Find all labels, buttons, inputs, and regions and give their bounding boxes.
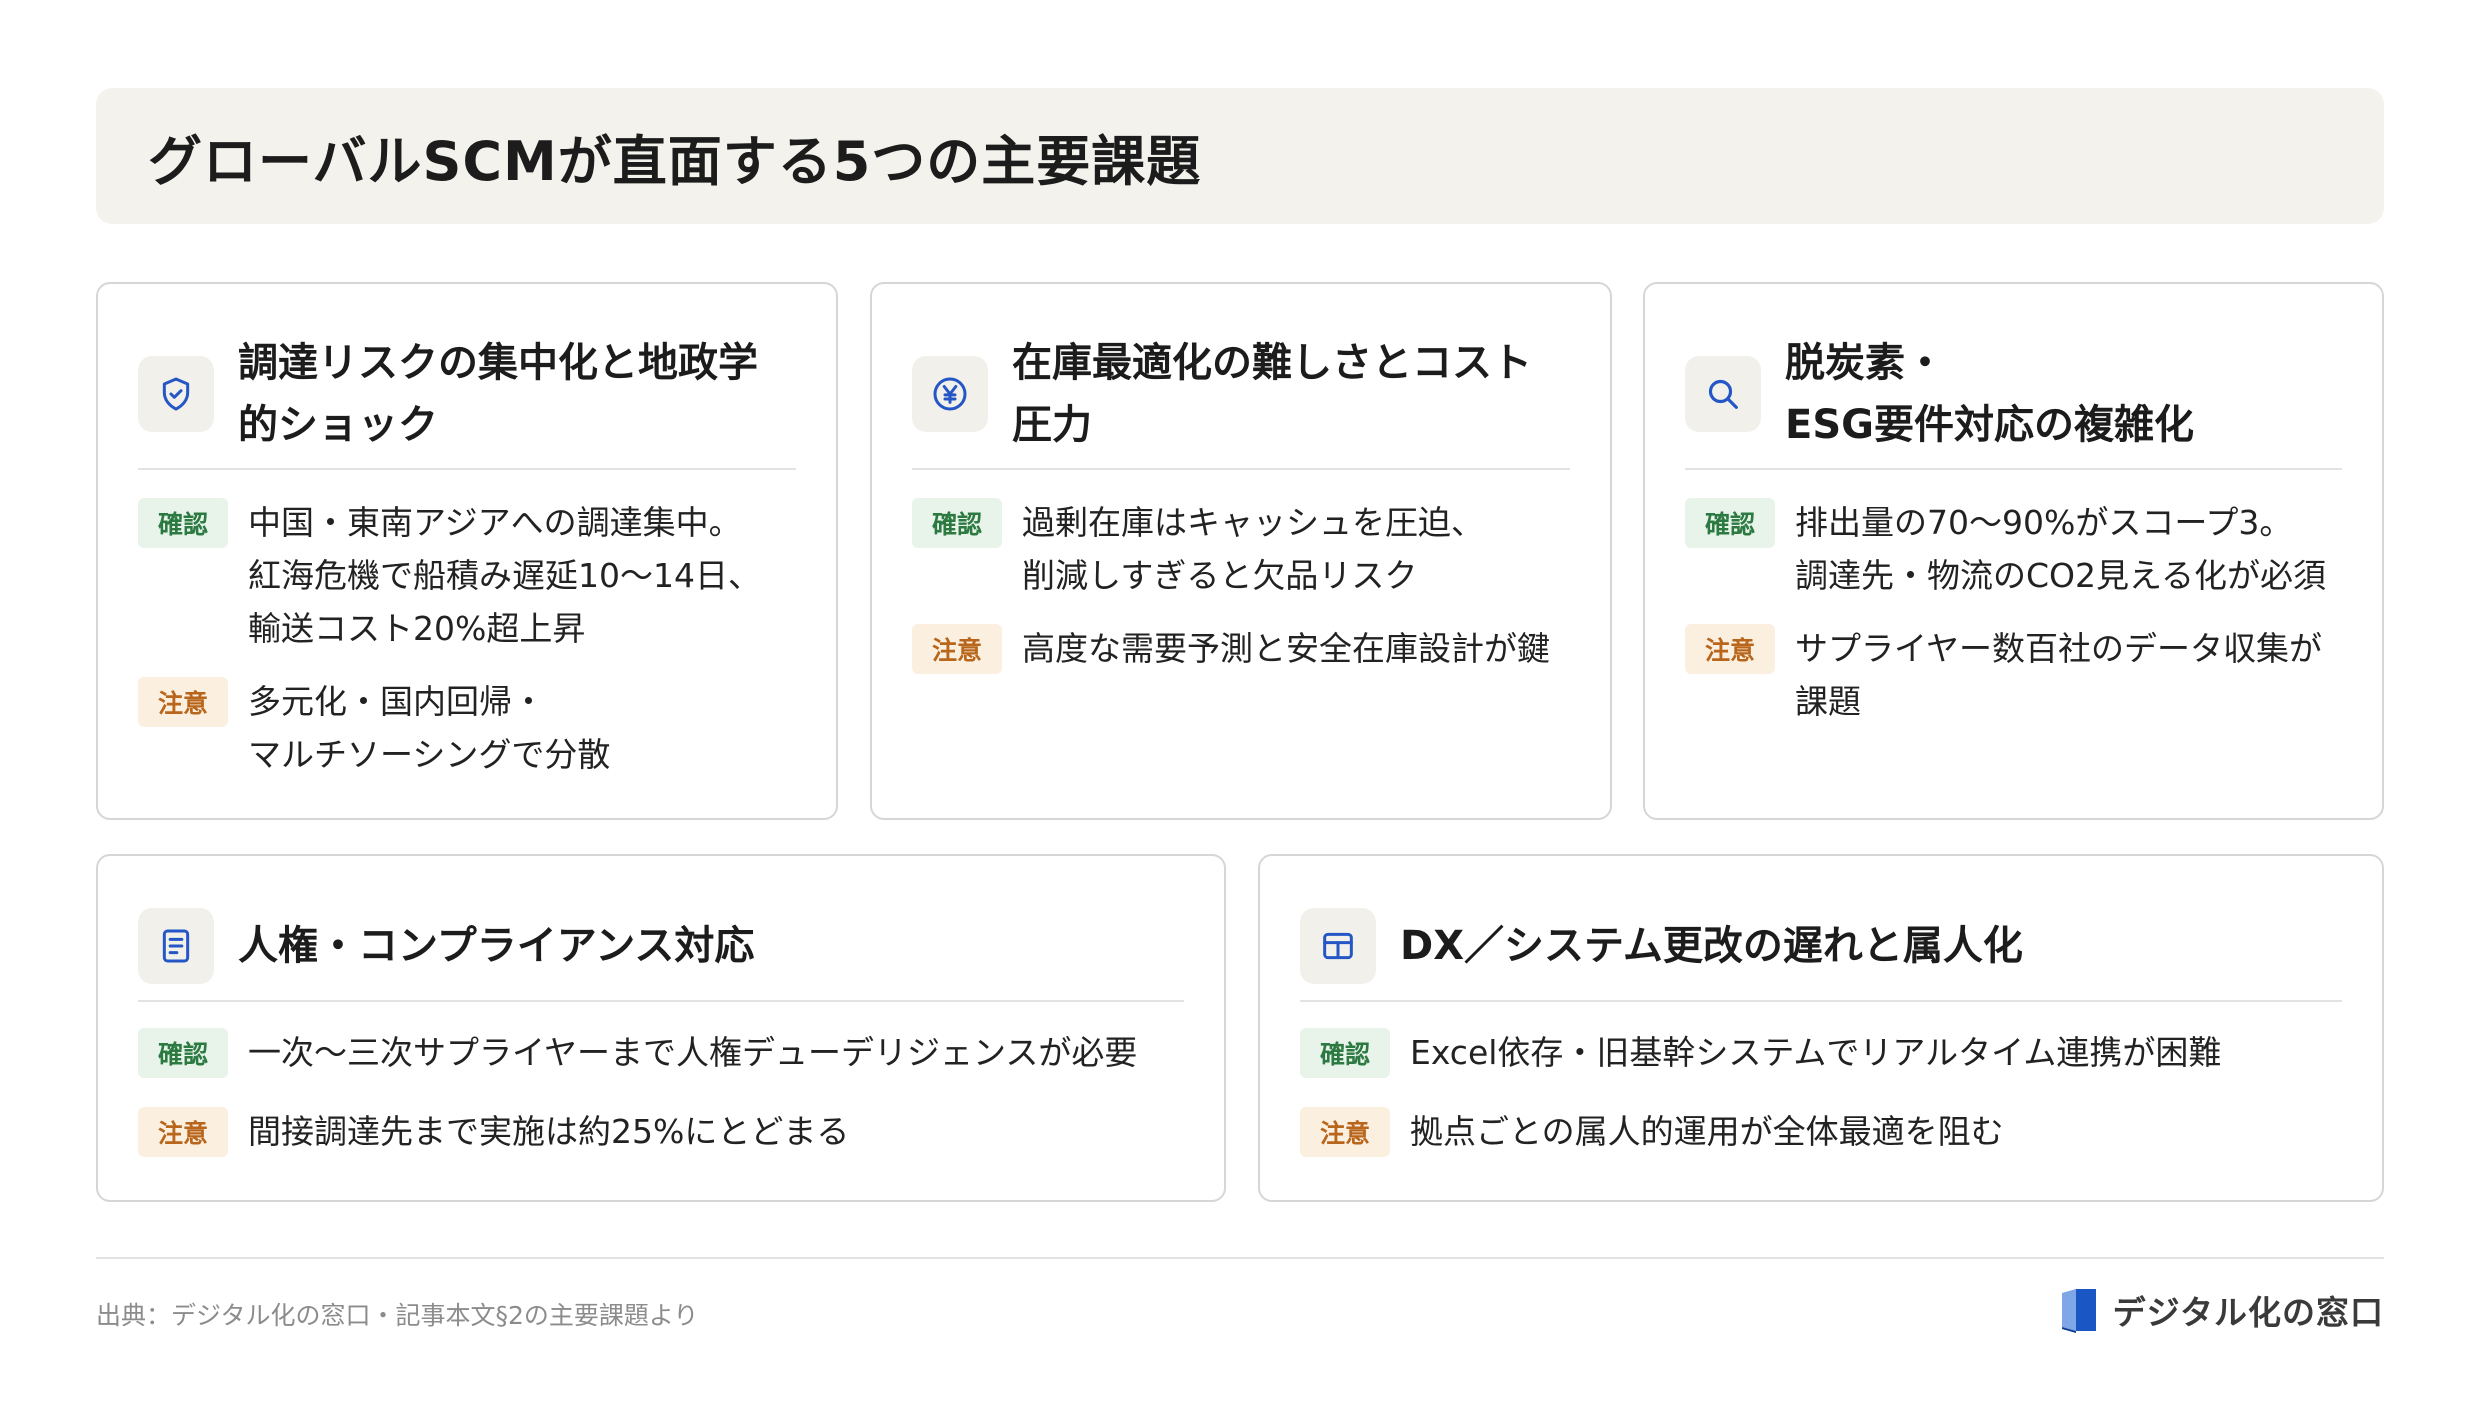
caution-badge: 注意 [1685, 624, 1775, 674]
grid-icon [1323, 932, 1353, 960]
confirm-text: 過剰在庫はキャッシュを圧迫、 削減しすぎると欠品リスク [1022, 503, 1484, 595]
card-rows: 確認 中国・東南アジアへの調達集中。 紅海危機で船積み遅延10〜14日、 輸送コ… [138, 496, 806, 781]
card-procurement-risk: 調達リスクの集中化と地政学 的ショック 確認 中国・東南アジアへの調達集中。 紅… [96, 282, 838, 820]
card-title: 人権・コンプライアンス対応 [238, 923, 755, 969]
caution-text: 間接調達先まで実施は約25%にとどまる [248, 1112, 850, 1151]
caution-row: 注意 高度な需要予測と安全在庫設計が鍵 [912, 622, 1580, 675]
card-header: 脱炭素・ ESG要件対応の複雑化 [1685, 320, 2342, 470]
card-title: 調達リスクの集中化と地政学 的ショック [238, 340, 758, 448]
card-title: DX／システム更改の遅れと属人化 [1400, 923, 2023, 969]
search-icon [1708, 379, 1738, 409]
confirm-badge: 確認 [1300, 1028, 1390, 1078]
confirm-row: 確認 中国・東南アジアへの調達集中。 紅海危機で船積み遅延10〜14日、 輸送コ… [138, 496, 806, 655]
caution-row: 注意 多元化・国内回帰・ マルチソーシングで分散 [138, 675, 806, 781]
card-icon-box [912, 356, 988, 432]
source-note: 出典：デジタル化の窓口・記事本文§2の主要課題より [96, 1301, 699, 1330]
caution-row: 注意 サプライヤー数百社のデータ収集が 課題 [1685, 622, 2352, 728]
confirm-text: 一次〜三次サプライヤーまで人権デューデリジェンスが必要 [248, 1033, 1138, 1072]
yen-icon [933, 377, 967, 411]
shield-check-icon [162, 377, 190, 411]
card-rows: 確認 過剰在庫はキャッシュを圧迫、 削減しすぎると欠品リスク 注意 高度な需要予… [912, 496, 1580, 675]
caution-row: 注意 間接調達先まで実施は約25%にとどまる [138, 1105, 1194, 1158]
card-icon-box [1685, 356, 1761, 432]
caution-text: サプライヤー数百社のデータ収集が 課題 [1795, 629, 2323, 721]
caution-text: 多元化・国内回帰・ マルチソーシングで分散 [248, 682, 611, 774]
brand-logo: デジタル化の窓口 [2059, 1286, 2384, 1334]
confirm-badge: 確認 [138, 498, 228, 548]
confirm-badge: 確認 [912, 498, 1002, 548]
confirm-row: 確認 排出量の70〜90%がスコープ3。 調達先・物流のCO2見える化が必須 [1685, 496, 2352, 602]
caution-text: 拠点ごとの属人的運用が全体最適を阻む [1410, 1112, 2004, 1151]
footer-divider [96, 1257, 2384, 1259]
card-header: 人権・コンプライアンス対応 [138, 892, 1184, 1002]
brand-name: デジタル化の窓口 [2112, 1293, 2384, 1332]
card-decarbonization-esg: 脱炭素・ ESG要件対応の複雑化 確認 排出量の70〜90%がスコープ3。 調達… [1643, 282, 2384, 820]
confirm-text: 中国・東南アジアへの調達集中。 紅海危機で船積み遅延10〜14日、 輸送コスト2… [248, 503, 761, 648]
card-header: 在庫最適化の難しさとコスト 圧力 [912, 320, 1570, 470]
card-icon-box [138, 908, 214, 984]
card-header: DX／システム更改の遅れと属人化 [1300, 892, 2342, 1002]
card-icon-box [138, 356, 214, 432]
card-icon-box [1300, 908, 1376, 984]
caution-row: 注意 拠点ごとの属人的運用が全体最適を阻む [1300, 1105, 2352, 1158]
title-banner: グローバルSCMが直面する5つの主要課題 [96, 88, 2384, 224]
brand-book-icon [2061, 1289, 2096, 1333]
confirm-row: 確認 一次〜三次サプライヤーまで人権デューデリジェンスが必要 [138, 1026, 1194, 1079]
document-icon [162, 929, 190, 963]
card-header: 調達リスクの集中化と地政学 的ショック [138, 320, 796, 470]
caution-text: 高度な需要予測と安全在庫設計が鍵 [1022, 629, 1550, 668]
confirm-badge: 確認 [1685, 498, 1775, 548]
caution-badge: 注意 [138, 677, 228, 727]
confirm-badge: 確認 [138, 1028, 228, 1078]
confirm-row: 確認 Excel依存・旧基幹システムでリアルタイム連携が困難 [1300, 1026, 2352, 1079]
card-human-rights-compliance: 人権・コンプライアンス対応 確認 一次〜三次サプライヤーまで人権デューデリジェン… [96, 854, 1226, 1202]
confirm-row: 確認 過剰在庫はキャッシュを圧迫、 削減しすぎると欠品リスク [912, 496, 1580, 602]
card-inventory-cost: 在庫最適化の難しさとコスト 圧力 確認 過剰在庫はキャッシュを圧迫、 削減しすぎ… [870, 282, 1612, 820]
card-rows: 確認 排出量の70〜90%がスコープ3。 調達先・物流のCO2見える化が必須 注… [1685, 496, 2352, 728]
card-title: 在庫最適化の難しさとコスト 圧力 [1012, 340, 1532, 448]
caution-badge: 注意 [912, 624, 1002, 674]
confirm-text: 排出量の70〜90%がスコープ3。 調達先・物流のCO2見える化が必須 [1795, 503, 2327, 595]
card-dx-system: DX／システム更改の遅れと属人化 確認 Excel依存・旧基幹システムでリアルタ… [1258, 854, 2384, 1202]
card-rows: 確認 一次〜三次サプライヤーまで人権デューデリジェンスが必要 注意 間接調達先ま… [138, 1026, 1194, 1158]
card-title: 脱炭素・ ESG要件対応の複雑化 [1785, 340, 2194, 448]
card-rows: 確認 Excel依存・旧基幹システムでリアルタイム連携が困難 注意 拠点ごとの属… [1300, 1026, 2352, 1158]
confirm-text: Excel依存・旧基幹システムでリアルタイム連携が困難 [1410, 1033, 2222, 1072]
caution-badge: 注意 [138, 1107, 228, 1157]
caution-badge: 注意 [1300, 1107, 1390, 1157]
page-title: グローバルSCMが直面する5つの主要課題 [148, 129, 1202, 193]
